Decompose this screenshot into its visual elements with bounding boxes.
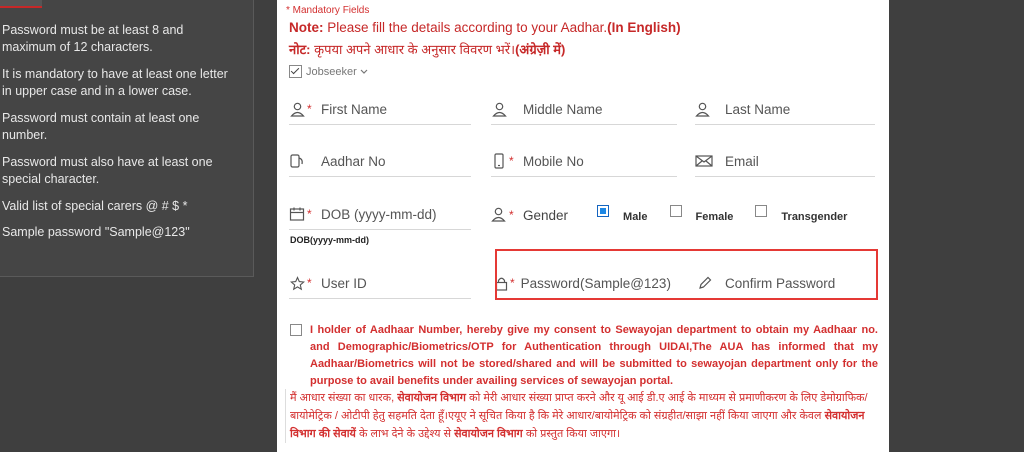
password-rule: Sample password "Sample@123" (2, 225, 190, 239)
star-icon (289, 275, 305, 291)
gender-option-transgender[interactable]: Transgender (755, 205, 847, 223)
aadhar-field (289, 146, 471, 177)
middle-name-field (491, 94, 677, 125)
checkbox-icon (289, 65, 302, 78)
required-asterisk: * (509, 154, 514, 168)
note-hindi: नोट: कृपया अपने आधार के अनुसार विवरण भरे… (289, 42, 566, 57)
user-id-field: * (289, 268, 471, 299)
user-icon (695, 101, 710, 117)
user-id-input[interactable] (321, 275, 471, 291)
gender-option-female[interactable]: Female (669, 205, 733, 223)
gender-group: * Gender Male Female Transgender (491, 200, 873, 230)
user-icon (491, 207, 507, 223)
email-field (695, 146, 875, 177)
dob-field: * (289, 199, 471, 230)
required-asterisk: * (307, 276, 312, 290)
mobile-icon (491, 153, 507, 169)
mobile-field: * (491, 146, 677, 177)
first-name-field: * (289, 94, 471, 125)
password-rule: It is mandatory to have at least one let… (2, 67, 228, 98)
gender-option-male[interactable]: Male (597, 205, 648, 223)
dob-input[interactable] (321, 206, 471, 222)
consent-text-hindi: मैं आधार संख्या का धारक, सेवायोजन विभाग … (285, 389, 890, 443)
last-name-input[interactable] (725, 101, 875, 117)
password-rule: Password must contain at least one numbe… (2, 111, 200, 142)
consent-text-english: I holder of Aadhaar Number, hereby give … (310, 324, 878, 387)
calendar-icon (289, 206, 305, 222)
mandatory-fields-note: * Mandatory Fields (286, 5, 370, 16)
panel-header-tab (0, 0, 42, 8)
checkbox[interactable] (755, 205, 768, 217)
registration-form: * Mandatory Fields Note: Please fill the… (277, 0, 889, 452)
user-icon (289, 101, 305, 117)
checkbox[interactable] (669, 205, 682, 217)
consent-checkbox[interactable] (290, 324, 302, 336)
user-icon (491, 101, 507, 117)
mobile-input[interactable] (523, 153, 673, 169)
gender-label: Gender (523, 207, 569, 223)
aadhar-input[interactable] (321, 153, 471, 169)
chevron-down-icon (360, 69, 368, 75)
required-asterisk: * (307, 207, 312, 221)
first-name-input[interactable] (321, 101, 471, 117)
password-rules-panel: Password must be at least 8 and maximum … (0, 0, 254, 277)
fingerprint-phone-icon (289, 153, 305, 169)
envelope-icon (695, 153, 714, 169)
middle-name-input[interactable] (523, 101, 673, 117)
password-rule: Password must be at least 8 and maximum … (2, 23, 184, 54)
email-input[interactable] (725, 153, 875, 169)
required-asterisk: * (307, 102, 312, 116)
password-rule: Valid list of special carers @ # $ * (2, 199, 188, 213)
dob-format-hint: DOB(yyyy-mm-dd) (290, 235, 370, 245)
password-rule: Password must also have at least one spe… (2, 155, 213, 186)
user-type-select[interactable]: Jobseeker (289, 65, 368, 78)
checkbox-checked[interactable] (597, 205, 610, 217)
required-asterisk: * (509, 208, 514, 222)
note-english: Note: Please fill the details according … (289, 20, 681, 35)
last-name-field (695, 94, 875, 125)
highlight-box (495, 249, 878, 300)
